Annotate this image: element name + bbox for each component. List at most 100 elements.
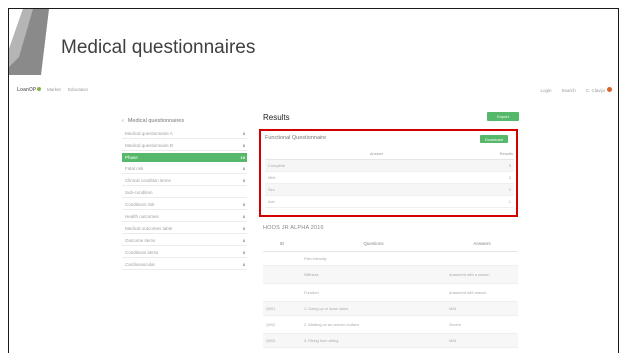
sidebar-item[interactable]: Medical questionnaire A 8 xyxy=(122,129,247,139)
sidebar-item[interactable]: Medical questionnaire B 8 xyxy=(122,141,247,151)
question-cell: 2. Walking on an uneven surface xyxy=(301,315,446,334)
sidebar-item-count: 8 xyxy=(242,166,245,171)
result-cell: 3 xyxy=(488,171,514,184)
questionnaire-title: HOOS JR ALPHA 2016 xyxy=(263,225,324,231)
sidebar-item[interactable]: Sub-condition xyxy=(122,188,247,198)
export-button[interactable]: Export xyxy=(487,112,519,121)
sidebar-item[interactable]: Cardiovascular 8 xyxy=(122,260,247,270)
sidebar-header: ‹ Medical questionnaires xyxy=(122,115,247,127)
app-screenshot: LoanOP Market Education Login Search C. … xyxy=(9,81,618,353)
answer-cell: Mild xyxy=(265,171,488,184)
nav-login[interactable]: Login xyxy=(540,88,551,93)
question-cell: Function xyxy=(301,283,446,302)
questions-table: ID Questions Answers Pain intensity Stiff… xyxy=(263,235,518,348)
nav-left: Market Education xyxy=(47,87,94,92)
slide-frame: Medical questionnaires LoanOP Market Edu… xyxy=(8,8,619,353)
corner-decoration-icon xyxy=(9,9,49,75)
answer-cell: Answered with a reason xyxy=(446,265,518,284)
answer-cell: Sev xyxy=(265,183,488,196)
id-cell xyxy=(263,265,301,284)
table-row: Function Answered with reason xyxy=(263,283,518,302)
results-table: Answer Results Complete 5 Mild 3 Sev 2 Adv 1 xyxy=(265,147,514,208)
question-cell: 1. Going up or down stairs xyxy=(301,301,446,316)
sidebar-list: Medical questionnaire A 8 Medical question… xyxy=(122,129,247,270)
sidebar-item[interactable]: Conditions risk 8 xyxy=(122,200,247,210)
back-arrow-icon[interactable]: ‹ xyxy=(122,118,124,124)
sidebar-item-count: 8 xyxy=(242,202,245,207)
answer-cell: Adv xyxy=(265,195,488,208)
answer-cell: Mild xyxy=(446,333,518,348)
sidebar-item-label: Conditions risk xyxy=(125,202,155,207)
sidebar-item-label: Health outcomes xyxy=(125,214,159,219)
sidebar-item[interactable]: Fatal risk 8 xyxy=(122,164,247,174)
results-title: Results xyxy=(263,113,290,122)
sidebar-item-count: 8 xyxy=(242,250,245,255)
answer-cell xyxy=(446,251,518,266)
col-questions: Questions xyxy=(301,235,446,252)
id-cell xyxy=(263,283,301,302)
sidebar-item-label: Medical questionnaire B xyxy=(125,143,174,148)
download-button[interactable]: Download xyxy=(480,135,508,143)
user-avatar-icon xyxy=(607,87,612,92)
sidebar-item[interactable]: Phase 19 xyxy=(122,153,247,162)
nav-user[interactable]: C. Clavijo xyxy=(586,87,612,93)
col-answer: Answer xyxy=(265,147,488,160)
sidebar-item-label: Medical questionnaire A xyxy=(125,131,173,136)
table-row: Complete 5 xyxy=(265,159,514,172)
result-cell: 5 xyxy=(488,159,514,172)
sidebar-item[interactable]: Outcome items 8 xyxy=(122,236,247,246)
sidebar-item-label: Outcome items xyxy=(125,238,156,243)
sidebar-item-label: Conditions items xyxy=(125,250,159,255)
sidebar-item[interactable]: Conditions items 8 xyxy=(122,248,247,258)
sidebar-item-label: Fatal risk xyxy=(125,166,144,171)
col-results: Results xyxy=(488,147,514,160)
sidebar-item-count: 8 xyxy=(242,143,245,148)
answer-cell: Severe xyxy=(446,315,518,334)
table-row: Pain intensity xyxy=(263,251,518,266)
sidebar-item-count: 8 xyxy=(242,262,245,267)
slide-title: Medical questionnaires xyxy=(61,37,256,58)
sidebar-item[interactable]: Medical outcomes table 8 xyxy=(122,224,247,234)
app-logo[interactable]: LoanOP xyxy=(17,87,42,93)
sidebar-item-label: Cardiovascular xyxy=(125,262,156,267)
sidebar-item-count: 8 xyxy=(242,214,245,219)
results-box: Functional Questionnaire Download Answer… xyxy=(259,129,518,217)
nav-link-market[interactable]: Market xyxy=(47,87,61,92)
result-cell: 1 xyxy=(488,195,514,208)
table-row: Adv 1 xyxy=(265,195,514,208)
id-cell: Q003 xyxy=(263,333,301,348)
table-row: Stiffness Answered with a reason xyxy=(263,265,518,284)
id-cell: Q002 xyxy=(263,315,301,334)
result-cell: 2 xyxy=(488,183,514,196)
answer-cell: Mild xyxy=(446,301,518,316)
sidebar-item-count: 19 xyxy=(240,155,245,160)
answer-cell: Complete xyxy=(265,159,488,172)
table-row: Q003 3. Rising from sitting Mild xyxy=(263,333,518,348)
sidebar-item-label: Phase xyxy=(125,155,138,160)
sidebar-item-count: 8 xyxy=(242,226,245,231)
nav-link-education[interactable]: Education xyxy=(68,87,88,92)
sidebar-item[interactable]: Clinical condition items 8 xyxy=(122,176,247,186)
col-answers: Answers xyxy=(446,235,518,252)
sidebar-title: Medical questionnaires xyxy=(127,118,185,124)
answer-cell: Answered with reason xyxy=(446,283,518,302)
nav-search[interactable]: Search xyxy=(561,88,575,93)
id-cell: Q001 xyxy=(263,301,301,316)
app-navbar: LoanOP Market Education Login Search C. … xyxy=(9,81,618,101)
sidebar-item-count: 8 xyxy=(242,178,245,183)
table-row: Sev 2 xyxy=(265,183,514,196)
id-cell xyxy=(263,251,301,266)
nav-right: Login Search C. Clavijo xyxy=(540,87,612,93)
table-row: Mild 3 xyxy=(265,171,514,184)
results-heading: Functional Questionnaire xyxy=(265,135,327,141)
table-row: Q002 2. Walking on an uneven surface Sever… xyxy=(263,315,518,334)
sidebar-item-count: 8 xyxy=(242,238,245,243)
sidebar-item-label: Clinical condition items xyxy=(125,178,171,183)
question-cell: Stiffness xyxy=(301,265,446,284)
table-row: Q001 1. Going up or down stairs Mild xyxy=(263,301,518,316)
sidebar-item-label: Medical outcomes table xyxy=(125,226,173,231)
sidebar: ‹ Medical questionnaires Medical questio… xyxy=(122,115,247,270)
sidebar-item[interactable]: Health outcomes 8 xyxy=(122,212,247,222)
question-cell: Pain intensity xyxy=(301,251,446,266)
sidebar-item-count: 8 xyxy=(242,131,245,136)
